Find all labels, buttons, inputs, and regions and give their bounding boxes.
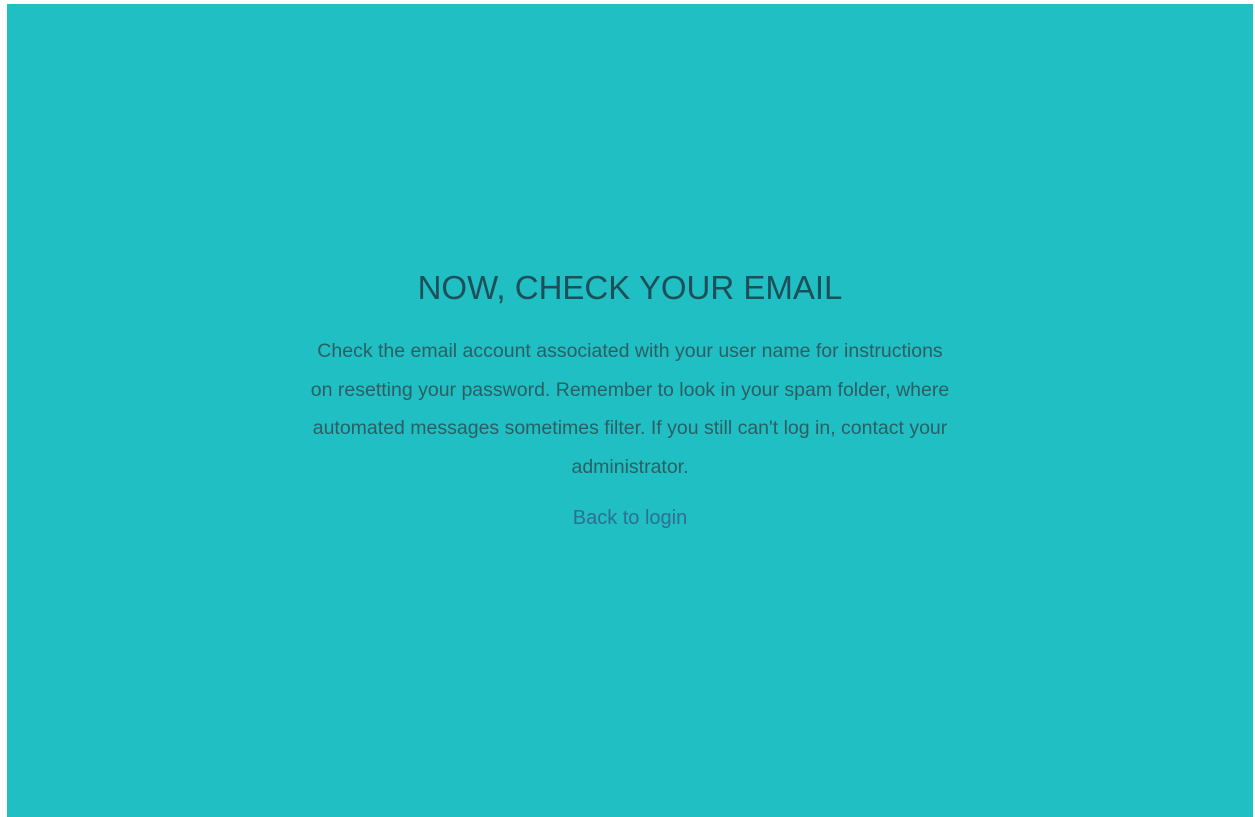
back-to-login-link[interactable]: Back to login xyxy=(573,504,688,532)
instructions-message: Check the email account associated with … xyxy=(310,340,950,478)
confirmation-panel: NOW, CHECK YOUR EMAIL Check the email ac… xyxy=(7,266,1253,532)
page-title: NOW, CHECK YOUR EMAIL xyxy=(417,269,843,306)
page-background: NOW, CHECK YOUR EMAIL Check the email ac… xyxy=(7,4,1253,817)
